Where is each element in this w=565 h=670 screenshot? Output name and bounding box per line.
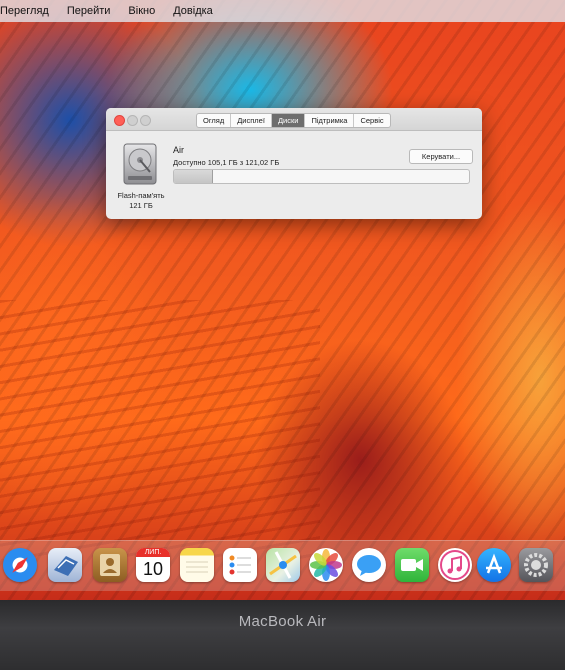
tab-support[interactable]: Підтримка xyxy=(305,114,355,127)
disk-capacity-label: 121 ГБ xyxy=(129,200,153,210)
tab-overview[interactable]: Огляд xyxy=(197,114,232,127)
safari-icon[interactable] xyxy=(3,548,37,582)
menu-help[interactable]: Довідка xyxy=(173,5,213,17)
minimize-button[interactable] xyxy=(127,115,138,126)
disk-type-label: Flash-пам'ять xyxy=(117,191,165,200)
disk-caption: Flash-пам'ять 121 ГБ xyxy=(112,191,170,210)
reminders-icon[interactable] xyxy=(223,548,257,582)
manage-button[interactable]: Керувати... xyxy=(409,149,473,164)
window-titlebar[interactable]: Огляд Дисплеї Диски Підтримка Сервіс xyxy=(106,108,482,131)
segmented-tabs: Огляд Дисплеї Диски Підтримка Сервіс xyxy=(196,113,391,128)
photos-icon[interactable] xyxy=(309,548,343,582)
menu-go[interactable]: Перейти xyxy=(67,5,111,17)
menu-window[interactable]: Вікно xyxy=(128,5,155,17)
zoom-button[interactable] xyxy=(140,115,151,126)
calendar-month-label: ЛИП. xyxy=(136,548,170,557)
calendar-icon[interactable]: ЛИП. 10 xyxy=(136,548,170,582)
tab-service[interactable]: Сервіс xyxy=(354,114,389,127)
tab-displays[interactable]: Дисплеї xyxy=(231,114,272,127)
hard-drive-icon xyxy=(123,143,157,185)
notes-icon[interactable] xyxy=(180,548,214,582)
disk-name: Air xyxy=(173,145,184,155)
about-this-mac-window: Огляд Дисплеї Диски Підтримка Сервіс Fla… xyxy=(106,108,482,219)
calendar-day-label: 10 xyxy=(142,559,164,579)
storage-usage-bar xyxy=(173,169,470,184)
maps-icon[interactable] xyxy=(266,548,300,582)
messages-icon[interactable] xyxy=(352,548,386,582)
mail-icon[interactable] xyxy=(48,548,82,582)
contacts-icon[interactable] xyxy=(93,548,127,582)
app-store-icon[interactable] xyxy=(477,548,511,582)
laptop-bezel xyxy=(0,600,565,670)
storage-usage-fill xyxy=(174,170,214,183)
dock: ЛИП. 10 xyxy=(0,540,565,591)
itunes-icon[interactable] xyxy=(438,548,472,582)
laptop-brand-label: MacBook Air xyxy=(238,613,327,630)
wallpaper-texture-lower xyxy=(0,300,320,560)
menu-view[interactable]: Перегляд xyxy=(0,5,49,17)
tab-storage[interactable]: Диски xyxy=(271,114,306,127)
system-preferences-icon[interactable] xyxy=(519,548,553,582)
facetime-icon[interactable] xyxy=(395,548,429,582)
menu-bar: Перегляд Перейти Вікно Довідка xyxy=(0,0,565,22)
disk-free-space: Доступно 105,1 ГБ з 121,02 ГБ xyxy=(173,158,280,167)
desktop-wallpaper: Перегляд Перейти Вікно Довідка Огляд Дис… xyxy=(0,0,565,600)
close-button[interactable] xyxy=(114,115,125,126)
